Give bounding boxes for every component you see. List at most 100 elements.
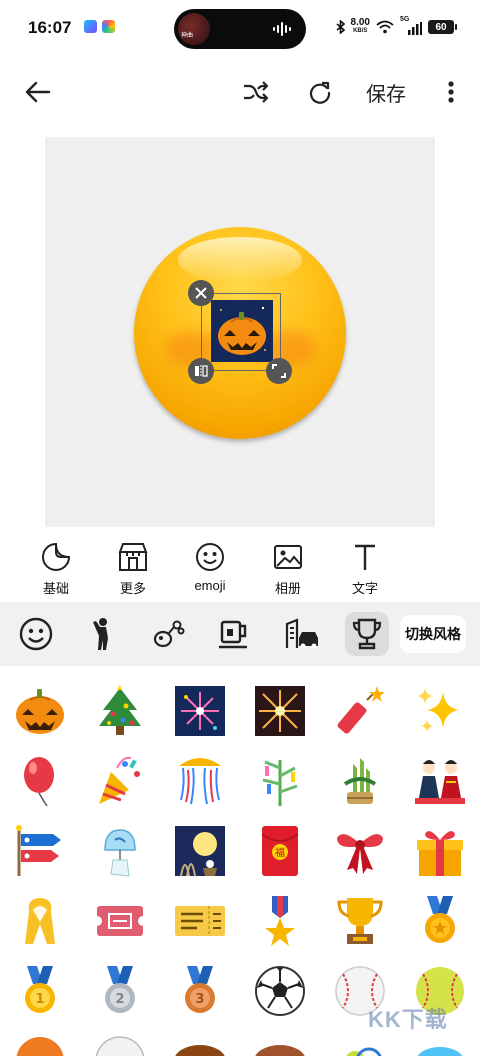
emoji-moon-viewing[interactable] — [160, 816, 240, 886]
emoji-balloon[interactable] — [0, 746, 80, 816]
emoji-carp-streamer[interactable] — [0, 816, 80, 886]
category-album[interactable]: 相册 — [253, 542, 323, 597]
emoji-sparkles[interactable] — [400, 676, 480, 746]
military-medal-icon — [265, 896, 295, 946]
emoji-basketball[interactable] — [0, 1026, 80, 1056]
jack-o-lantern-icon — [16, 689, 64, 734]
smiley-icon — [196, 543, 224, 571]
admission-tickets-icon — [93, 906, 147, 936]
emoji-military-medal[interactable] — [240, 886, 320, 956]
audio-wave-icon — [273, 22, 291, 36]
emoji-trophy[interactable] — [320, 886, 400, 956]
sports-medal-icon — [425, 896, 455, 943]
emoji-canvas[interactable] — [45, 137, 435, 527]
music-thumbnail: 神曲 — [178, 13, 210, 45]
emoji-grid: 福 1 2 3 — [0, 670, 480, 1056]
emoji-jack-o-lantern[interactable] — [0, 676, 80, 746]
emoji-wrapped-gift[interactable] — [400, 816, 480, 886]
emoji-tanabata-tree[interactable] — [240, 746, 320, 816]
medal-1-number: 1 — [35, 992, 44, 1007]
tab-travel[interactable] — [280, 612, 324, 656]
tab-trophy[interactable] — [345, 612, 389, 656]
balloon-icon — [24, 757, 54, 807]
category-emoji-label: emoji — [194, 578, 226, 593]
soccer-ball-icon — [255, 966, 305, 1016]
tab-people[interactable] — [80, 612, 124, 656]
save-button[interactable]: 保存 — [366, 78, 406, 107]
watermark: KK下载 — [368, 1007, 448, 1032]
emoji-2nd-place-medal[interactable]: 2 — [80, 956, 160, 1026]
refresh-button[interactable] — [302, 74, 338, 110]
flip-icon — [195, 365, 208, 377]
emoji-rugby-ball[interactable] — [240, 1026, 320, 1056]
net-speed-unit: KB/S — [353, 28, 368, 34]
category-bar: 基础 更多 emoji 相册 文字 — [0, 538, 480, 600]
firecracker-icon — [337, 686, 385, 734]
emoji-ticket[interactable] — [160, 886, 240, 956]
wind-chime-icon — [104, 829, 136, 877]
japanese-dolls-icon — [415, 760, 465, 804]
emoji-japanese-dolls[interactable] — [400, 746, 480, 816]
emoji-christmas-tree[interactable] — [80, 676, 160, 746]
category-more[interactable]: 更多 — [98, 542, 168, 597]
emoji-firecracker[interactable] — [320, 676, 400, 746]
category-more-label: 更多 — [119, 581, 146, 596]
basketball-icon — [16, 1037, 64, 1056]
category-basic[interactable]: 基础 — [21, 542, 91, 597]
category-basic-label: 基础 — [42, 581, 69, 596]
red-envelope-icon: 福 — [261, 826, 299, 876]
dynamic-island[interactable]: 神曲 — [174, 9, 306, 49]
tab-food[interactable] — [212, 612, 256, 656]
carp-streamer-icon — [16, 825, 61, 876]
emoji-sparkler[interactable] — [240, 676, 320, 746]
shuffle-icon — [244, 81, 269, 103]
category-album-label: 相册 — [274, 581, 301, 596]
category-text[interactable]: 文字 — [330, 542, 400, 597]
red-envelope-text: 福 — [275, 846, 285, 859]
back-button[interactable] — [20, 74, 56, 110]
delete-sticker-handle[interactable] — [188, 280, 214, 306]
wifi-icon — [376, 20, 394, 34]
emoji-confetti-ball[interactable] — [160, 746, 240, 816]
jack-o-lantern-sticker — [211, 300, 273, 362]
cellular-icon: 5G — [400, 16, 422, 35]
video-app-icon — [84, 20, 97, 33]
switch-style-button[interactable]: 切换风格 — [400, 615, 466, 653]
emoji-admission-tickets[interactable] — [80, 886, 160, 956]
emoji-1st-place-medal[interactable]: 1 — [0, 956, 80, 1026]
trophy-tab-icon — [352, 618, 382, 650]
face-shine — [178, 237, 302, 283]
selected-sticker[interactable] — [201, 293, 281, 371]
shuffle-button[interactable] — [238, 74, 274, 110]
emoji-wind-chime[interactable] — [80, 816, 160, 886]
tab-smileys[interactable] — [14, 612, 58, 656]
emoji-soccer-ball[interactable] — [240, 956, 320, 1026]
emoji-fireworks[interactable] — [160, 676, 240, 746]
flip-sticker-handle[interactable] — [188, 358, 214, 384]
category-text-label: 文字 — [351, 581, 378, 596]
category-emoji[interactable]: emoji — [175, 542, 245, 593]
emoji-3rd-place-medal[interactable]: 3 — [160, 956, 240, 1026]
emoji-sports-medal[interactable] — [400, 886, 480, 956]
football-icon — [175, 1045, 225, 1056]
emoji-volleyball[interactable] — [80, 1026, 160, 1056]
medal-3-number: 3 — [195, 992, 204, 1007]
rugby-ball-icon — [255, 1045, 305, 1056]
smiley-tab-icon — [19, 617, 53, 651]
more-options-button[interactable] — [433, 74, 469, 110]
wrapped-gift-icon — [417, 831, 463, 876]
emoji-party-popper[interactable] — [80, 746, 160, 816]
emoji-red-envelope[interactable]: 福 — [240, 816, 320, 886]
emoji-ribbon[interactable] — [320, 816, 400, 886]
emoji-football[interactable] — [160, 1026, 240, 1056]
emoji-reminder-ribbon[interactable] — [0, 886, 80, 956]
party-popper-icon — [99, 756, 140, 804]
pine-decoration-icon — [343, 758, 377, 804]
resize-sticker-handle[interactable] — [266, 358, 292, 384]
bluetooth-icon — [336, 20, 345, 34]
photo-app-icon — [102, 20, 115, 33]
tab-animals[interactable] — [146, 612, 190, 656]
emoji-pine-decoration[interactable] — [320, 746, 400, 816]
style-tab-row: 切换风格 — [0, 602, 480, 666]
sticker-icon — [42, 542, 71, 571]
